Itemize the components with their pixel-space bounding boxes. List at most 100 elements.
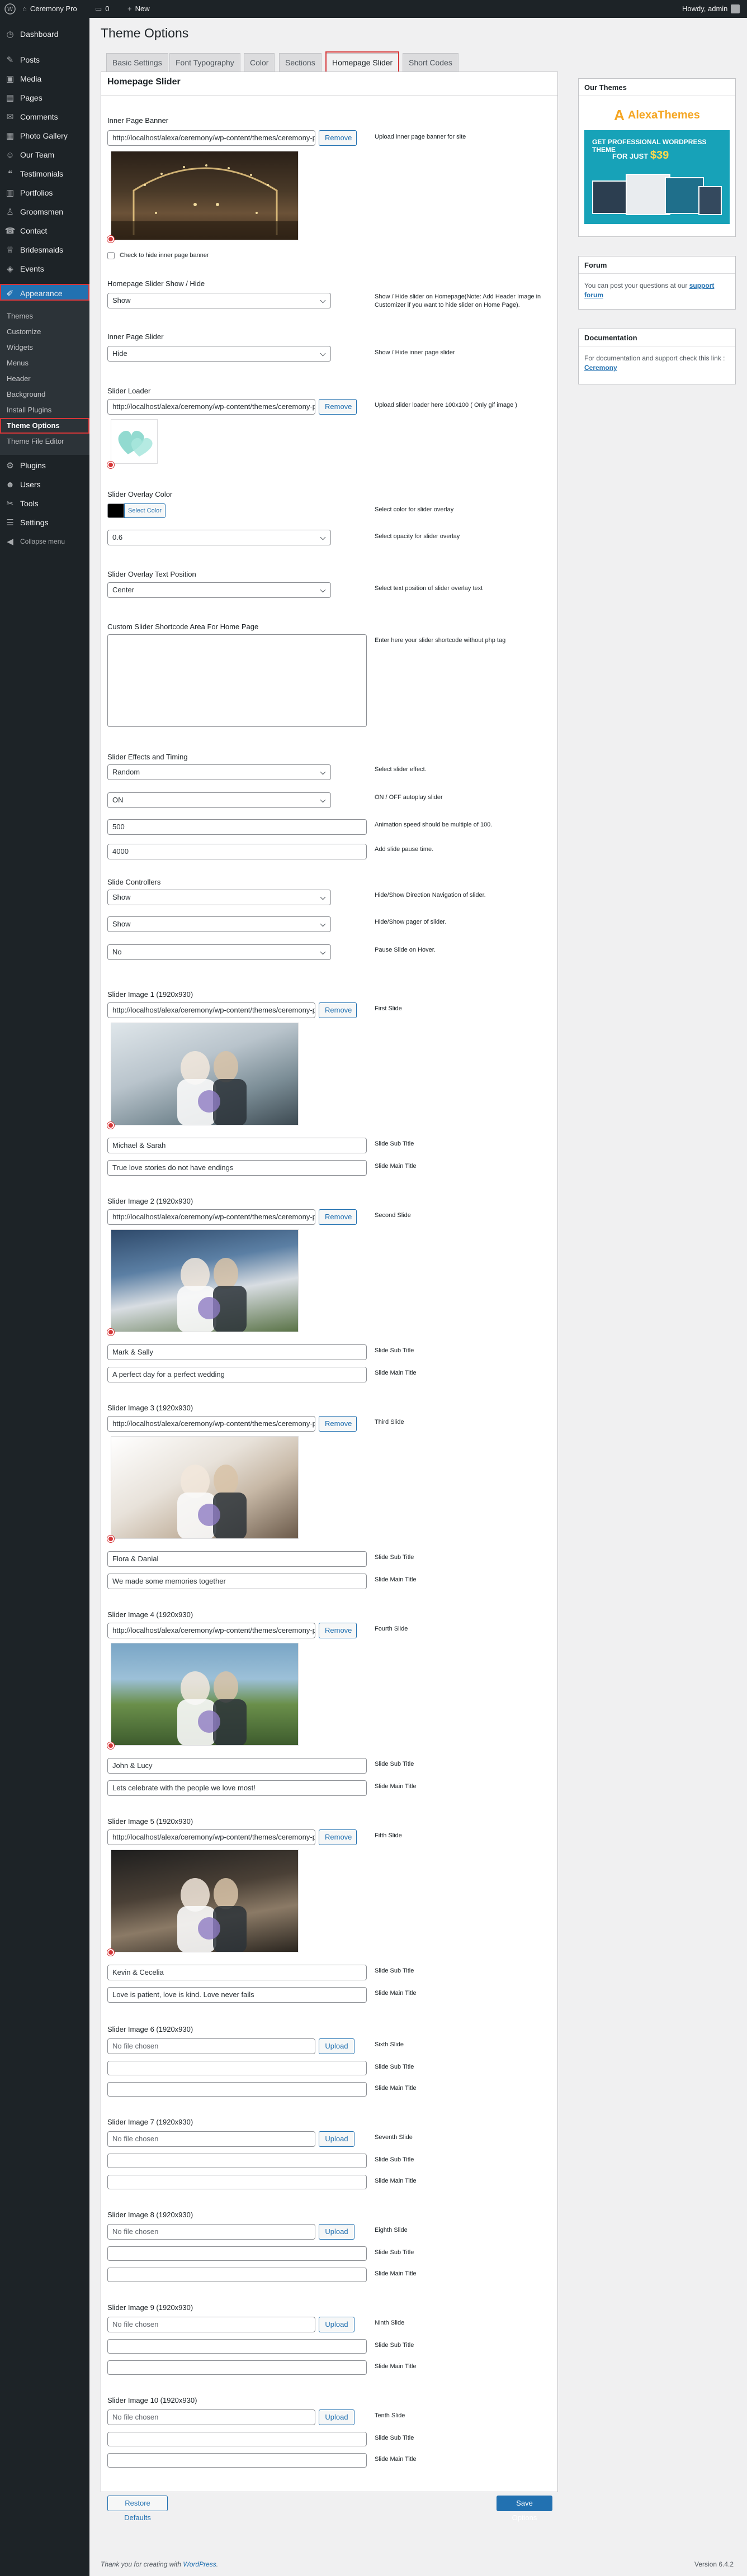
slide-2-url-field[interactable]: http://localhost/alexa/ceremony/wp-conte… (107, 1209, 315, 1225)
tab-short-codes[interactable]: Short Codes (403, 53, 458, 72)
direction-navigation-select[interactable]: Show (107, 890, 331, 905)
ceremony-doc-link[interactable]: Ceremony (584, 364, 617, 372)
slide-7-file-field[interactable]: No file chosen (107, 2131, 315, 2147)
slide-10-file-field[interactable]: No file chosen (107, 2409, 315, 2425)
slide-1-remove-dot[interactable] (107, 1122, 114, 1129)
slide-9-main-title-field[interactable] (107, 2360, 367, 2375)
comments-link[interactable]: ▭ 0 (95, 0, 110, 18)
slider-loader-url-field[interactable]: http://localhost/alexa/ceremony/wp-conte… (107, 399, 315, 415)
slider-loader-remove-button[interactable]: Remove (319, 399, 357, 415)
sidebar-item-users[interactable]: ☻ Users (0, 475, 89, 494)
new-content-link[interactable]: + New (127, 0, 150, 18)
remove-loader-dot[interactable] (107, 462, 114, 468)
sidebar-item-our-team[interactable]: ☺ Our Team (0, 145, 89, 164)
restore-defaults-button[interactable]: Restore Defaults (107, 2496, 168, 2522)
slider-show-select[interactable]: Show (107, 293, 331, 308)
site-name-link[interactable]: ⌂ Ceremony Pro (22, 0, 77, 18)
slide-1-main-title-field[interactable]: True love stories do not have endings (107, 1160, 367, 1176)
slide-2-sub-title-field[interactable]: Mark & Sally (107, 1344, 367, 1360)
sidebar-item-posts[interactable]: ✎ Posts (0, 50, 89, 69)
sidebar-item-bridesmaids[interactable]: ♕ Bridesmaids (0, 240, 89, 259)
slide-3-remove-dot[interactable] (107, 1536, 114, 1542)
tab-basic-settings[interactable]: Basic Settings (106, 53, 168, 72)
sidebar-item-dashboard[interactable]: ◷ Dashboard (0, 25, 89, 44)
slide-2-remove-button[interactable]: Remove (319, 1209, 357, 1225)
animation-speed-field[interactable]: 500 (107, 819, 367, 835)
sidebar-item-portfolios[interactable]: ▥ Portfolios (0, 183, 89, 202)
overlay-opacity-select[interactable]: 0.6 (107, 530, 331, 545)
slide-7-sub-title-field[interactable] (107, 2154, 367, 2168)
submenu-item-menus[interactable]: Menus (7, 355, 29, 371)
submenu-item-header[interactable]: Header (7, 371, 31, 387)
sidebar-item-contact[interactable]: ☎ Contact (0, 221, 89, 240)
slide-7-upload-button[interactable]: Upload (319, 2131, 354, 2147)
wordpress-link[interactable]: WordPress (183, 2560, 216, 2568)
slide-8-file-field[interactable]: No file chosen (107, 2224, 315, 2240)
slide-6-sub-title-field[interactable] (107, 2061, 367, 2075)
sidebar-item-events[interactable]: ◈ Events (0, 259, 89, 278)
tab-color[interactable]: Color (244, 53, 275, 72)
inner-banner-remove-button[interactable]: Remove (319, 130, 357, 146)
slide-4-sub-title-field[interactable]: John & Lucy (107, 1758, 367, 1774)
slide-9-file-field[interactable]: No file chosen (107, 2317, 315, 2332)
slide-4-remove-dot[interactable] (107, 1742, 114, 1749)
sidebar-item-pages[interactable]: ▤ Pages (0, 88, 89, 107)
slide-4-main-title-field[interactable]: Lets celebrate with the people we love m… (107, 1780, 367, 1796)
slide-5-main-title-field[interactable]: Love is patient, love is kind. Love neve… (107, 1987, 367, 2003)
slide-5-remove-dot[interactable] (107, 1949, 114, 1956)
select-color-button[interactable]: Select Color (124, 503, 166, 518)
sidebar-item-media[interactable]: ▣ Media (0, 69, 89, 88)
slider-effect-select[interactable]: Random (107, 764, 331, 780)
tab-sections[interactable]: Sections (279, 53, 322, 72)
pager-select[interactable]: Show (107, 916, 331, 932)
sidebar-item-testimonials[interactable]: ❝ Testimonials (0, 164, 89, 183)
inner-slider-select[interactable]: Hide (107, 346, 331, 362)
slide-8-main-title-field[interactable] (107, 2268, 367, 2282)
slide-2-remove-dot[interactable] (107, 1329, 114, 1335)
slide-2-main-title-field[interactable]: A perfect day for a perfect wedding (107, 1367, 367, 1382)
slide-6-file-field[interactable]: No file chosen (107, 2038, 315, 2054)
overlay-color-swatch[interactable] (107, 503, 124, 518)
slide-8-upload-button[interactable]: Upload (319, 2224, 354, 2240)
slide-10-upload-button[interactable]: Upload (319, 2409, 354, 2425)
slide-9-sub-title-field[interactable] (107, 2339, 367, 2354)
inner-banner-url-field[interactable]: http://localhost/alexa/ceremony/wp-conte… (107, 130, 315, 146)
slide-4-url-field[interactable]: http://localhost/alexa/ceremony/wp-conte… (107, 1623, 315, 1638)
wordpress-logo-icon[interactable]: W (4, 0, 16, 18)
pause-time-field[interactable]: 4000 (107, 844, 367, 859)
custom-shortcode-textarea[interactable] (107, 634, 367, 727)
save-options-button[interactable]: Save Options (497, 2496, 552, 2522)
sidebar-item-settings[interactable]: ☰ Settings (0, 513, 89, 532)
alexa-themes-ad-banner[interactable]: A AlexaThemes GET PROFESSIONAL WORDPRESS… (584, 101, 730, 225)
autoplay-select[interactable]: ON (107, 792, 331, 808)
hide-banner-checkbox[interactable] (107, 252, 115, 259)
submenu-item-theme-file-editor[interactable]: Theme File Editor (7, 434, 64, 449)
sidebar-item-plugins[interactable]: ⚙ Plugins (0, 456, 89, 475)
slide-6-main-title-field[interactable] (107, 2082, 367, 2097)
slide-3-remove-button[interactable]: Remove (319, 1416, 357, 1432)
sidebar-item-comments[interactable]: ✉ Comments (0, 107, 89, 126)
sidebar-item-groomsmen[interactable]: ♙ Groomsmen (0, 202, 89, 221)
sidebar-item-tools[interactable]: ✂ Tools (0, 494, 89, 513)
slide-1-url-field[interactable]: http://localhost/alexa/ceremony/wp-conte… (107, 1002, 315, 1018)
slide-3-url-field[interactable]: http://localhost/alexa/ceremony/wp-conte… (107, 1416, 315, 1432)
tab-font-typography[interactable]: Font Typography (169, 53, 240, 72)
slide-4-remove-button[interactable]: Remove (319, 1623, 357, 1638)
sidebar-item-photo-gallery[interactable]: ▦ Photo Gallery (0, 126, 89, 145)
slide-5-url-field[interactable]: http://localhost/alexa/ceremony/wp-conte… (107, 1829, 315, 1845)
slide-8-sub-title-field[interactable] (107, 2246, 367, 2261)
slide-9-upload-button[interactable]: Upload (319, 2317, 354, 2332)
sidebar-item-collapse-menu[interactable]: ◀ Collapse menu (0, 532, 89, 551)
slide-7-main-title-field[interactable] (107, 2175, 367, 2189)
overlay-text-position-select[interactable]: Center (107, 582, 331, 598)
user-account-link[interactable]: Howdy, admin (682, 0, 740, 18)
slide-1-remove-button[interactable]: Remove (319, 1002, 357, 1018)
slide-6-upload-button[interactable]: Upload (319, 2038, 354, 2054)
slide-10-main-title-field[interactable] (107, 2453, 367, 2468)
slide-5-remove-button[interactable]: Remove (319, 1829, 357, 1845)
remove-image-dot[interactable] (107, 236, 114, 243)
submenu-item-themes[interactable]: Themes (7, 308, 33, 324)
slide-5-sub-title-field[interactable]: Kevin & Cecelia (107, 1965, 367, 1980)
slide-1-sub-title-field[interactable]: Michael & Sarah (107, 1138, 367, 1153)
pause-hover-select[interactable]: No (107, 944, 331, 960)
